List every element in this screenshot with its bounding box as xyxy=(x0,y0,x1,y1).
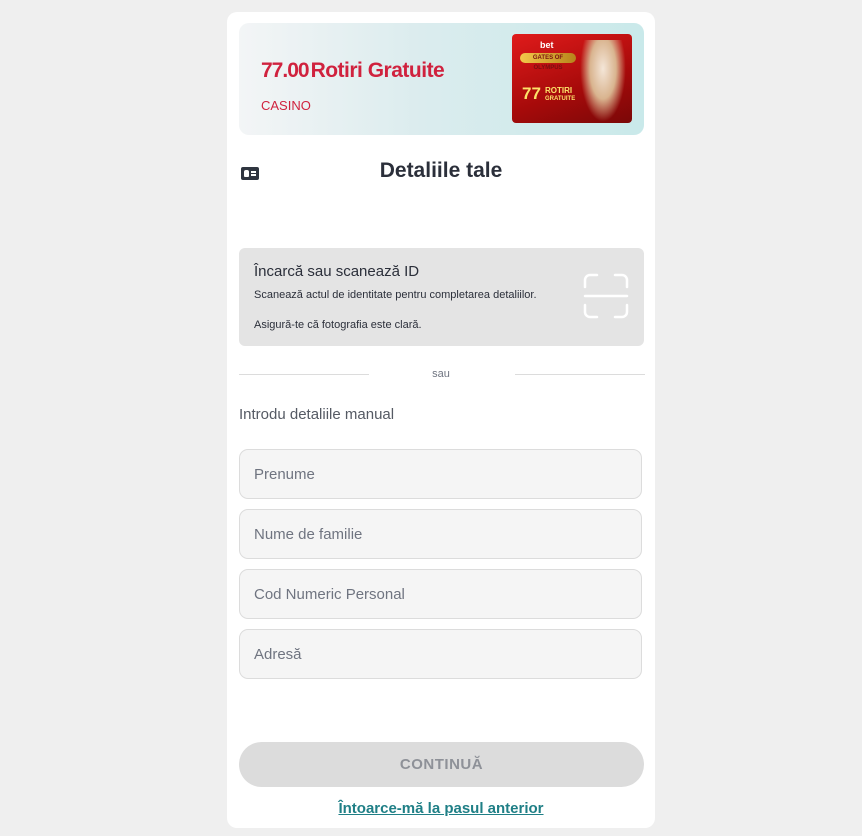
promo-image-number: 77 xyxy=(522,84,541,103)
first-name-field[interactable] xyxy=(239,449,642,499)
page-title: Detaliile tale xyxy=(379,159,503,182)
scan-title: Încarcă sau scanează ID xyxy=(254,263,420,280)
divider-right xyxy=(515,374,645,375)
scan-description: Scanează actul de identitate pentru comp… xyxy=(254,289,537,301)
promo-label: Rotiri Gratuite xyxy=(310,59,445,82)
promo-title: 77.00Rotiri Gratuite xyxy=(261,59,445,83)
promo-image-text-2: GRATUITE xyxy=(545,96,576,102)
promo-image-banner: GATES OF OLYMPUS xyxy=(520,53,576,71)
continue-button[interactable]: CONTINUĂ xyxy=(239,742,644,787)
promo-banner: 77.00Rotiri Gratuite CASINO bet GATES OF… xyxy=(239,23,644,135)
scan-frame-icon xyxy=(583,273,629,319)
promo-image-text-1: ROTIRI xyxy=(545,86,573,95)
promo-figure-art xyxy=(580,40,626,122)
promo-category: CASINO xyxy=(261,98,311,113)
promo-amount: 77.00 xyxy=(261,59,310,82)
promo-image: bet GATES OF OLYMPUS 77 ROTIRI GRATUITE xyxy=(512,34,632,123)
manual-entry-label: Introdu detaliile manual xyxy=(239,406,395,423)
scan-id-button[interactable]: Încarcă sau scanează ID Scanează actul d… xyxy=(239,248,644,346)
back-link[interactable]: Întoarce-mă la pasul anterior xyxy=(227,800,655,817)
scan-hint: Asigură-te că fotografia este clară. xyxy=(254,319,422,331)
registration-card: 77.00Rotiri Gratuite CASINO bet GATES OF… xyxy=(227,12,655,828)
promo-image-brand: bet xyxy=(540,40,554,50)
last-name-field[interactable] xyxy=(239,509,642,559)
address-field[interactable] xyxy=(239,629,642,679)
cnp-field[interactable] xyxy=(239,569,642,619)
